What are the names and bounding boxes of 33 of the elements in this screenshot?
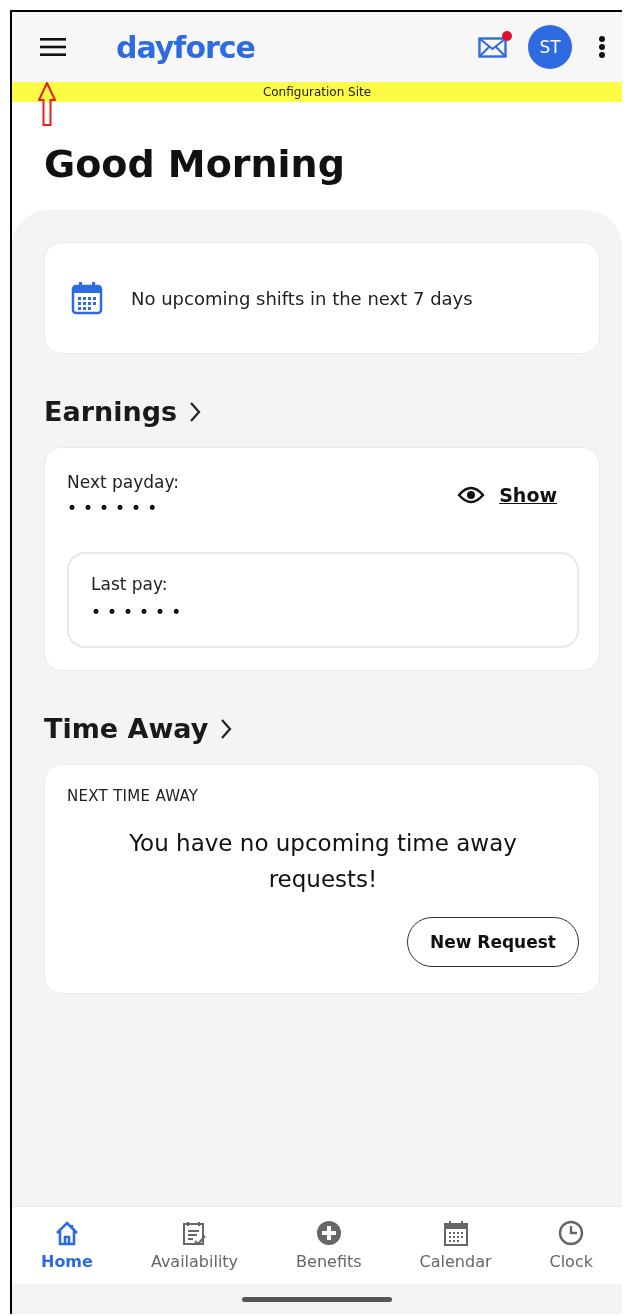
banner-text: Configuration Site [262, 85, 372, 99]
show-button[interactable]: Show [457, 484, 557, 506]
eye-icon [457, 485, 486, 505]
logo: dayforce [116, 29, 255, 65]
time-away-message: You have no upcoming time away requests! [128, 829, 518, 894]
time-away-link[interactable]: Time Away [44, 713, 233, 744]
calendar-icon [442, 1220, 469, 1246]
nav-tab[interactable]: Home [35, 1218, 99, 1273]
more-button[interactable] [596, 33, 608, 61]
earnings-link[interactable]: Earnings [44, 396, 202, 427]
clock-icon [558, 1220, 585, 1246]
nav-tab[interactable]: Calendar [413, 1218, 498, 1273]
more-icon [598, 35, 606, 59]
chevron-right-icon [189, 400, 202, 423]
next-payday-label: Next payday: [67, 472, 180, 492]
next-payday-value: •••••• [67, 498, 165, 518]
nav-tab[interactable]: Clock [543, 1218, 599, 1273]
calendar-icon [71, 281, 103, 315]
envelope-icon [478, 35, 508, 59]
next-time-away-caption: NEXT TIME AWAY [67, 787, 200, 805]
last-pay-label: Last pay: [91, 574, 169, 594]
messages-button[interactable] [476, 33, 510, 61]
nav-tab[interactable]: Benefits [290, 1218, 368, 1273]
last-pay-value: •••••• [91, 602, 189, 622]
greeting: Good Morning [44, 141, 346, 188]
arrow-icon [38, 82, 56, 126]
avatar-button[interactable]: ST [528, 25, 572, 69]
shifts-message: No upcoming shifts in the next 7 days [131, 287, 473, 309]
nav-tab[interactable]: Availability [144, 1218, 245, 1273]
menu-icon [40, 37, 66, 57]
plus-circle-icon [315, 1220, 342, 1246]
checklist-icon [181, 1220, 208, 1246]
chevron-right-icon [220, 717, 233, 740]
